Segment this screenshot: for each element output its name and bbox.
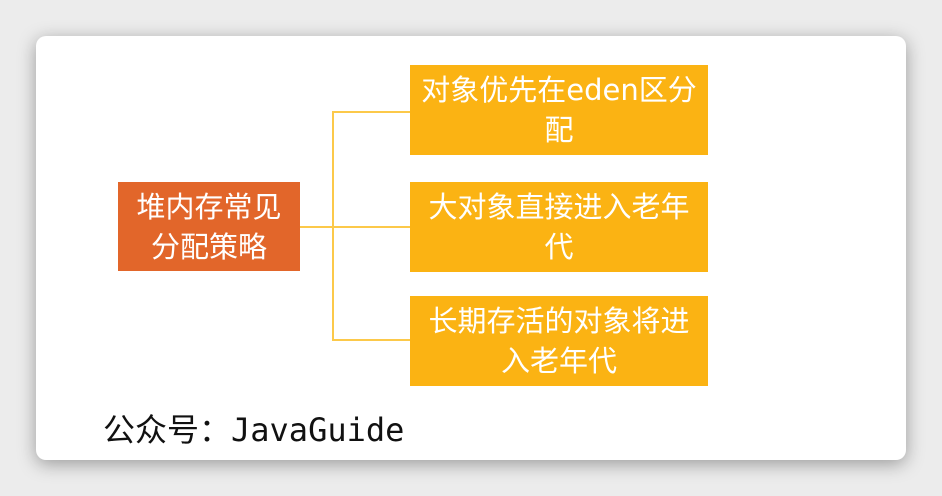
watermark-footer: 公众号：JavaGuide <box>103 411 405 449</box>
child-node-eden: 对象优先在eden区分配 <box>410 65 708 155</box>
connector-root <box>300 226 333 228</box>
child-node-large-object: 大对象直接进入老年代 <box>410 182 708 272</box>
connector-child-2 <box>332 226 410 228</box>
child-node-long-lived: 长期存活的对象将进入老年代 <box>410 296 708 386</box>
connector-child-1 <box>332 111 410 113</box>
child-label: 对象优先在eden区分配 <box>421 73 697 147</box>
child-label: 长期存活的对象将进入老年代 <box>428 304 690 378</box>
root-node: 堆内存常见分配策略 <box>118 182 300 271</box>
root-label: 堆内存常见分配策略 <box>136 189 282 264</box>
connector-child-3 <box>332 339 410 341</box>
child-label: 大对象直接进入老年代 <box>428 190 690 264</box>
